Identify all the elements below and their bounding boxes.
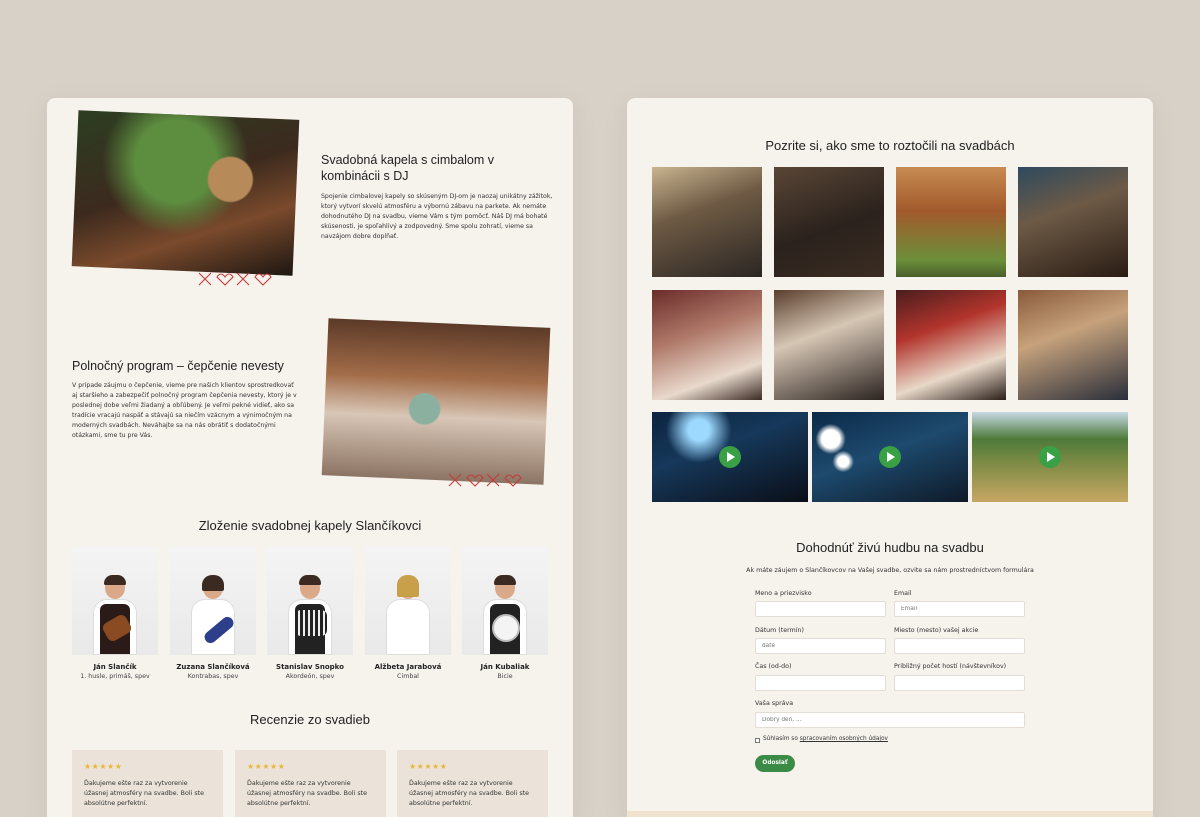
member-name: Ján Slančík [93, 663, 137, 671]
ceremony-photo [321, 318, 551, 485]
name-field[interactable] [755, 601, 886, 617]
review-card: ★★★★★ Ďakujeme ešte raz za vytvorenie úž… [72, 750, 223, 817]
time-field[interactable] [755, 675, 886, 691]
review-card: ★★★★★ Ďakujeme ešte raz za vytvorenie úž… [235, 750, 386, 817]
video-thumbnail[interactable] [812, 412, 968, 502]
feature-midnight-text: V prípade záujmu o čepčenie, vieme pre n… [72, 382, 297, 439]
consent-checkbox[interactable] [755, 738, 760, 743]
date-field[interactable] [755, 638, 886, 654]
member-portrait [267, 547, 353, 655]
heart-ornament-icon [447, 472, 525, 487]
member-portrait [365, 547, 451, 655]
member-role: Cimbal [397, 673, 419, 680]
guests-label: Približný počet hostí (návštevníkov) [894, 663, 1007, 670]
place-label: Miesto (mesto) vašej akcie [894, 627, 979, 634]
star-rating-icon: ★★★★★ [247, 762, 286, 771]
feature-dj-text: Spojenie cimbalovej kapely so skúseným D… [321, 193, 553, 240]
star-rating-icon: ★★★★★ [409, 762, 448, 771]
video-thumbnail[interactable] [652, 412, 808, 502]
form-title: Dohodnúť živú hudbu na svadbu [796, 540, 984, 555]
gallery-photo[interactable] [652, 167, 762, 277]
member-role: Kontrabas, spev [187, 673, 239, 680]
privacy-link[interactable]: spracovaním osobných údajov [800, 736, 888, 742]
date-label: Dátum (termín) [755, 627, 804, 634]
member-name: Alžbeta Jarabová [374, 663, 442, 671]
message-field[interactable] [755, 712, 1025, 728]
message-label: Vaša správa [755, 700, 794, 707]
play-icon[interactable] [879, 446, 901, 468]
star-rating-icon: ★★★★★ [84, 762, 123, 771]
member-portrait [72, 547, 158, 655]
gallery-photo[interactable] [896, 167, 1006, 277]
gallery-photo[interactable] [1018, 167, 1128, 277]
reviews-section-title: Recenzie zo svadieb [250, 712, 370, 727]
review-text: Ďakujeme ešte raz za vytvorenie úžasnej … [247, 780, 367, 807]
left-page-panel: Svadobná kapela s cimbalom v kombinácii … [47, 98, 573, 817]
gallery-photo[interactable] [1018, 290, 1128, 400]
member-portrait [170, 547, 256, 655]
play-icon[interactable] [1039, 446, 1061, 468]
member-portrait [462, 547, 548, 655]
time-label: Čas (od-do) [755, 663, 792, 670]
form-intro: Ak máte záujem o Slančíkovcov na Vašej s… [746, 567, 1034, 574]
gallery-photo[interactable] [774, 167, 884, 277]
feature-dj-title: Svadobná kapela s cimbalom v kombinácii … [321, 153, 495, 183]
play-icon[interactable] [719, 446, 741, 468]
violinist-photo [71, 110, 300, 276]
consent-text: Súhlasím so spracovaním osobných údajov [763, 736, 888, 742]
review-card: ★★★★★ Ďakujeme ešte raz za vytvorenie úž… [397, 750, 548, 817]
place-field[interactable] [894, 638, 1025, 654]
member-name: Stanislav Snopko [276, 663, 344, 671]
footer-band [627, 811, 1153, 817]
band-member: Alžbeta Jarabová Cimbal [365, 547, 451, 680]
member-role: Bicie [497, 673, 513, 680]
consent-label: Súhlasím so [763, 736, 800, 742]
band-member: Stanislav Snopko Akordeón, spev [267, 547, 353, 680]
band-member: Ján Slančík 1. husle, primáš, spev [72, 547, 158, 680]
review-text: Ďakujeme ešte raz za vytvorenie úžasnej … [409, 780, 529, 807]
review-text: Ďakujeme ešte raz za vytvorenie úžasnej … [84, 780, 204, 807]
gallery-photo[interactable] [896, 290, 1006, 400]
gallery-photo[interactable] [652, 290, 762, 400]
band-member: Zuzana Slančíková Kontrabas, spev [170, 547, 256, 680]
feature-midnight-title: Polnočný program – čepčenie nevesty [72, 359, 284, 373]
gallery-title: Pozrite si, ako sme to roztočili na svad… [765, 138, 1015, 153]
band-member: Ján Kubaliak Bicie [462, 547, 548, 680]
member-name: Zuzana Slančíková [176, 663, 250, 671]
band-section-title: Zloženie svadobnej kapely Slančíkovci [198, 518, 422, 533]
name-label: Meno a priezvisko [755, 590, 812, 597]
member-name: Ján Kubaliak [480, 663, 530, 671]
member-role: 1. husle, primáš, spev [80, 673, 150, 680]
gallery-photo[interactable] [774, 290, 884, 400]
submit-button[interactable]: Odoslať [755, 755, 795, 772]
email-label: Email [894, 590, 912, 597]
heart-ornament-icon [197, 271, 275, 286]
guests-field[interactable] [894, 675, 1025, 691]
member-role: Akordeón, spev [285, 673, 335, 680]
email-field[interactable] [894, 601, 1025, 617]
right-page-panel: Pozrite si, ako sme to roztočili na svad… [627, 98, 1153, 817]
video-thumbnail[interactable] [972, 412, 1128, 502]
